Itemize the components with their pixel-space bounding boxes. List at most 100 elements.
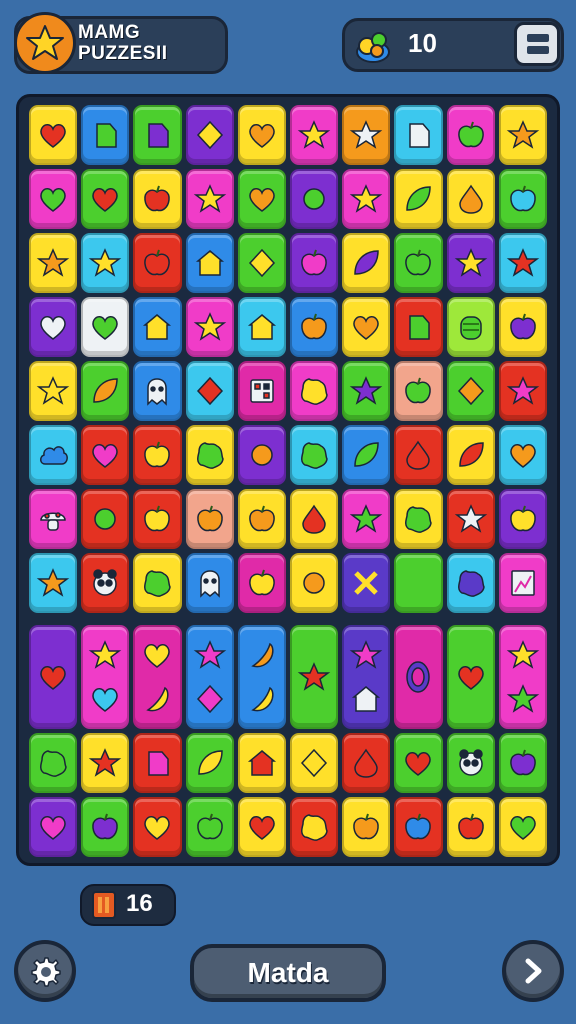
board-tile-r9-c8[interactable]: [446, 733, 495, 793]
board-tile-r6-c9[interactable]: [498, 489, 547, 549]
board-tile-r7-c9[interactable]: [498, 553, 547, 613]
board-tile-r2-c3[interactable]: [185, 233, 234, 293]
board-tile-r4-c7[interactable]: [394, 361, 443, 421]
board-tile-r6-c6[interactable]: [342, 489, 391, 549]
board-tile-r10-c8[interactable]: [446, 797, 495, 857]
board-tile-r10-c4[interactable]: [237, 797, 286, 857]
board-tile-r1-c4[interactable]: [237, 169, 286, 229]
board-tile-r7-c5[interactable]: [290, 553, 339, 613]
board-tile-r0-c4[interactable]: [237, 105, 286, 165]
board-tile-r1-c8[interactable]: [446, 169, 495, 229]
board-tile-r8-c1[interactable]: [81, 625, 130, 729]
board-tile-r9-c7[interactable]: [394, 733, 443, 793]
board-tile-r8-c7[interactable]: [394, 625, 443, 729]
board-tile-r4-c1[interactable]: [81, 361, 130, 421]
board-tile-r7-c4[interactable]: [237, 553, 286, 613]
board-tile-r2-c2[interactable]: [133, 233, 182, 293]
board-tile-r5-c1[interactable]: [81, 425, 130, 485]
board-tile-r10-c1[interactable]: [81, 797, 130, 857]
board-tile-r8-c6[interactable]: [342, 625, 391, 729]
board-tile-r2-c1[interactable]: [81, 233, 130, 293]
board-tile-r6-c0[interactable]: [29, 489, 78, 549]
board-tile-r1-c7[interactable]: [394, 169, 443, 229]
board-tile-r2-c0[interactable]: [29, 233, 78, 293]
board-tile-r4-c2[interactable]: [133, 361, 182, 421]
board-tile-r2-c9[interactable]: [498, 233, 547, 293]
board-tile-r8-c2[interactable]: [133, 625, 182, 729]
star-icon[interactable]: [14, 12, 76, 74]
board-tile-r1-c3[interactable]: [185, 169, 234, 229]
board-tile-r10-c5[interactable]: [290, 797, 339, 857]
board-tile-r5-c8[interactable]: [446, 425, 495, 485]
board-tile-r9-c5[interactable]: [290, 733, 339, 793]
board-tile-r7-c2[interactable]: [133, 553, 182, 613]
board-tile-r1-c6[interactable]: [342, 169, 391, 229]
board-tile-r6-c5[interactable]: [290, 489, 339, 549]
board-tile-r1-c5[interactable]: [290, 169, 339, 229]
board-tile-r0-c9[interactable]: [498, 105, 547, 165]
board-tile-r5-c0[interactable]: [29, 425, 78, 485]
board-tile-r7-c3[interactable]: [185, 553, 234, 613]
board-tile-r2-c5[interactable]: [290, 233, 339, 293]
board-tile-r4-c3[interactable]: [185, 361, 234, 421]
board-tile-r9-c1[interactable]: [81, 733, 130, 793]
board-tile-r2-c8[interactable]: [446, 233, 495, 293]
board-tile-r7-c1[interactable]: [81, 553, 130, 613]
board-tile-r7-c0[interactable]: [29, 553, 78, 613]
board-tile-r10-c7[interactable]: [394, 797, 443, 857]
board-tile-r6-c1[interactable]: [81, 489, 130, 549]
board-tile-r0-c8[interactable]: [446, 105, 495, 165]
board-tile-r5-c6[interactable]: [342, 425, 391, 485]
board-tile-r9-c9[interactable]: [498, 733, 547, 793]
board-tile-r3-c0[interactable]: [29, 297, 78, 357]
board-tile-r3-c3[interactable]: [185, 297, 234, 357]
board-tile-r10-c0[interactable]: [29, 797, 78, 857]
board-tile-r4-c6[interactable]: [342, 361, 391, 421]
board-tile-r9-c2[interactable]: [133, 733, 182, 793]
board-tile-r1-c2[interactable]: [133, 169, 182, 229]
settings-button[interactable]: [14, 940, 76, 1002]
board-tile-r5-c9[interactable]: [498, 425, 547, 485]
board-tile-r4-c8[interactable]: [446, 361, 495, 421]
board-tile-r0-c0[interactable]: [29, 105, 78, 165]
board-tile-r7-c6[interactable]: [342, 553, 391, 613]
board-tile-r3-c5[interactable]: [290, 297, 339, 357]
board-tile-r3-c8[interactable]: [446, 297, 495, 357]
board-tile-r2-c7[interactable]: [394, 233, 443, 293]
board-tile-r9-c4[interactable]: [237, 733, 286, 793]
match-button[interactable]: Matda: [190, 944, 386, 1002]
board-tile-r10-c9[interactable]: [498, 797, 547, 857]
board-tile-r4-c0[interactable]: [29, 361, 78, 421]
board-tile-r3-c1[interactable]: [81, 297, 130, 357]
board-tile-r10-c3[interactable]: [185, 797, 234, 857]
board-tile-r8-c5[interactable]: [290, 625, 339, 729]
board-tile-r9-c6[interactable]: [342, 733, 391, 793]
board-tile-r8-c4[interactable]: [237, 625, 286, 729]
board-tile-r3-c6[interactable]: [342, 297, 391, 357]
board-tile-r8-c9[interactable]: [498, 625, 547, 729]
board-tile-r0-c7[interactable]: [394, 105, 443, 165]
board-tile-r6-c7[interactable]: [394, 489, 443, 549]
board-tile-r6-c2[interactable]: [133, 489, 182, 549]
board-tile-r4-c9[interactable]: [498, 361, 547, 421]
board-tile-r9-c3[interactable]: [185, 733, 234, 793]
board-tile-r10-c6[interactable]: [342, 797, 391, 857]
board-tile-r8-c3[interactable]: [185, 625, 234, 729]
board-tile-r5-c7[interactable]: [394, 425, 443, 485]
board-tile-r2-c6[interactable]: [342, 233, 391, 293]
board-tile-r4-c4[interactable]: [237, 361, 286, 421]
board-tile-r6-c3[interactable]: [185, 489, 234, 549]
board-tile-r5-c3[interactable]: [185, 425, 234, 485]
board-tile-r1-c0[interactable]: [29, 169, 78, 229]
board-tile-r5-c2[interactable]: [133, 425, 182, 485]
board-tile-r3-c2[interactable]: [133, 297, 182, 357]
board-tile-r0-c1[interactable]: [81, 105, 130, 165]
board-tile-r10-c2[interactable]: [133, 797, 182, 857]
board-tile-r5-c5[interactable]: [290, 425, 339, 485]
board-tile-r0-c3[interactable]: [185, 105, 234, 165]
board-tile-r6-c8[interactable]: [446, 489, 495, 549]
board-tile-r7-c8[interactable]: [446, 553, 495, 613]
board-tile-r6-c4[interactable]: [237, 489, 286, 549]
next-button[interactable]: [502, 940, 564, 1002]
board-tile-r3-c7[interactable]: [394, 297, 443, 357]
